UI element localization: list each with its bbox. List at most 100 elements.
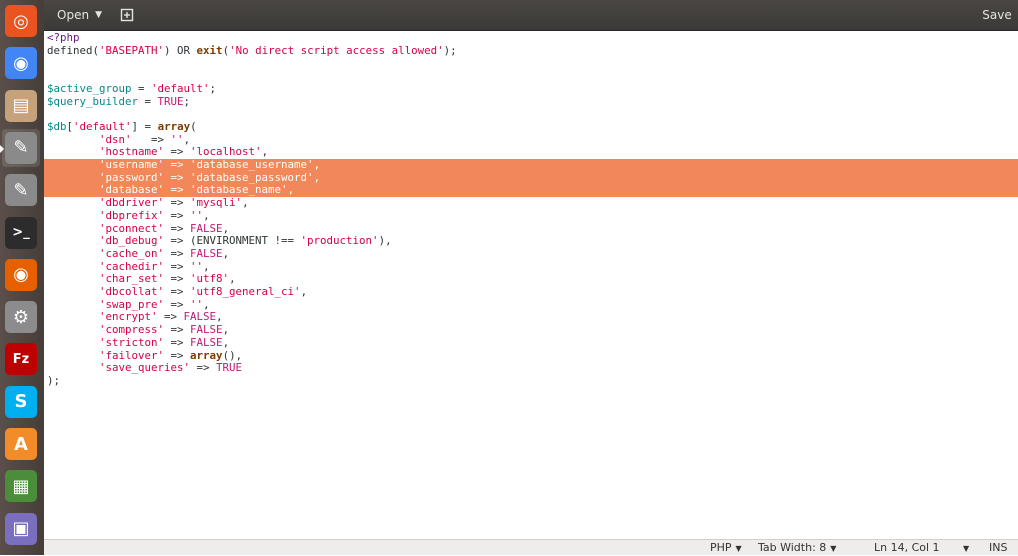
code-token: '' bbox=[190, 208, 204, 222]
code-token: ; bbox=[183, 94, 191, 108]
code-line: 'save_queries' => TRUE bbox=[44, 361, 1018, 375]
code-token: , bbox=[261, 145, 269, 159]
code-token: 'swap_pre' bbox=[99, 297, 165, 311]
insert-mode-indicator[interactable]: INS bbox=[989, 541, 1007, 555]
code-token: 'dbcollat' bbox=[99, 285, 165, 298]
open-label: Open bbox=[57, 8, 90, 22]
code-token: , bbox=[242, 196, 249, 210]
code-token: , bbox=[229, 272, 236, 286]
tab-width-selector[interactable]: Tab Width: 8 ▼ bbox=[758, 541, 836, 555]
ubuntu-dash-icon: ◎ bbox=[5, 5, 37, 37]
launcher-item[interactable]: ⚙ bbox=[2, 298, 40, 336]
code-token: 'mysqli' bbox=[190, 196, 243, 210]
launcher: ◎ ◉ ▤ ✎ ✎ >_ ◉ ⚙ Fz S A ▦ ▣ bbox=[0, 0, 44, 555]
code-token: ) OR bbox=[164, 43, 197, 57]
code-editor[interactable]: <?php defined('BASEPATH') OR exit('No dir… bbox=[44, 31, 1018, 539]
language-label: PHP bbox=[710, 541, 732, 554]
insert-mode-label: INS bbox=[989, 541, 1008, 554]
active-indicator bbox=[0, 144, 4, 153]
code-token: (), bbox=[222, 348, 243, 362]
launcher-item[interactable]: ▤ bbox=[2, 87, 40, 125]
code-token: => bbox=[164, 285, 191, 298]
code-token: 'production' bbox=[300, 234, 379, 248]
code-token: , bbox=[203, 297, 210, 311]
code-token: '' bbox=[190, 297, 204, 311]
launcher-item[interactable]: ▦ bbox=[2, 467, 40, 505]
code-line: $query_builder = TRUE; bbox=[44, 94, 1018, 109]
code-token: = bbox=[131, 81, 152, 95]
launcher-item[interactable]: A bbox=[2, 425, 40, 463]
code-token: 'default' bbox=[151, 81, 210, 95]
code-token: => bbox=[164, 145, 191, 159]
code-line: $active_group = 'default'; bbox=[44, 81, 1018, 96]
status-bar: PHP ▼ Tab Width: 8 ▼ Ln 14, Col 1 ▼ INS bbox=[44, 539, 1018, 555]
cursor-position[interactable]: Ln 14, Col 1 bbox=[874, 541, 940, 555]
launcher-item[interactable]: ◉ bbox=[2, 256, 40, 294]
code-token: => (ENVIRONMENT !== bbox=[164, 234, 301, 248]
code-token: , bbox=[216, 310, 223, 324]
launcher-item[interactable]: ◎ bbox=[2, 2, 40, 40]
code-token: , bbox=[183, 132, 191, 146]
position-dropdown[interactable]: ▼ bbox=[959, 541, 969, 555]
code-token: 'database_password' bbox=[190, 170, 314, 184]
code-token: array bbox=[157, 119, 191, 133]
code-token: 'No direct script access allowed' bbox=[229, 43, 444, 57]
firefox-icon: ◉ bbox=[5, 258, 37, 291]
launcher-item[interactable]: >_ bbox=[2, 214, 40, 252]
code-token: 'failover' bbox=[99, 348, 165, 362]
language-selector[interactable]: PHP ▼ bbox=[710, 541, 742, 555]
system-settings-icon: ⚙ bbox=[5, 301, 37, 334]
code-token: 'save_queries' bbox=[99, 361, 191, 375]
code-token: '' bbox=[190, 259, 204, 273]
software-center-icon: A bbox=[5, 428, 37, 460]
code-token: , bbox=[313, 170, 321, 184]
code-token: 'cache_on' bbox=[99, 246, 165, 260]
code-line: $db['default'] = array( bbox=[44, 119, 1018, 134]
code-token: => bbox=[164, 208, 191, 222]
terminal-icon: >_ bbox=[5, 216, 37, 249]
chevron-down-icon: ▼ bbox=[963, 544, 970, 553]
launcher-item[interactable]: Fz bbox=[2, 340, 40, 378]
code-token: FALSE bbox=[190, 335, 223, 349]
code-token: => bbox=[164, 272, 191, 286]
code-token: ); bbox=[443, 43, 457, 57]
code-token: 'hostname' bbox=[99, 145, 165, 159]
code-token: ( bbox=[190, 119, 197, 133]
open-button[interactable]: Open ▼ bbox=[50, 4, 108, 26]
chevron-down-icon: ▼ bbox=[95, 10, 102, 20]
code-token: 'cachedir' bbox=[99, 259, 165, 273]
code-token: FALSE bbox=[190, 323, 223, 337]
launcher-item[interactable]: ✎ bbox=[2, 171, 40, 209]
code-token: 'BASEPATH' bbox=[99, 43, 165, 57]
code-token: 'dbprefix' bbox=[99, 208, 165, 222]
launcher-item[interactable]: S bbox=[2, 383, 40, 421]
code-token: => bbox=[164, 170, 191, 184]
code-token: FALSE bbox=[190, 221, 223, 235]
code-token: FALSE bbox=[190, 246, 223, 260]
code-token: 'password' bbox=[99, 170, 165, 184]
new-document-button[interactable] bbox=[116, 4, 138, 26]
chevron-down-icon: ▼ bbox=[735, 544, 742, 553]
save-button[interactable]: Save bbox=[980, 4, 1014, 26]
launcher-item[interactable]: ▣ bbox=[2, 510, 40, 548]
launcher-item[interactable]: ◉ bbox=[2, 44, 40, 82]
code-token: => bbox=[131, 132, 171, 146]
save-label: Save bbox=[982, 8, 1012, 22]
code-token: 'username' bbox=[99, 158, 165, 171]
code-token: 'localhost' bbox=[190, 145, 262, 159]
code-token: => bbox=[164, 183, 191, 197]
code-token: array bbox=[190, 348, 223, 362]
launcher-item[interactable]: ✎ bbox=[0, 128, 40, 167]
code-token: => bbox=[164, 246, 191, 260]
